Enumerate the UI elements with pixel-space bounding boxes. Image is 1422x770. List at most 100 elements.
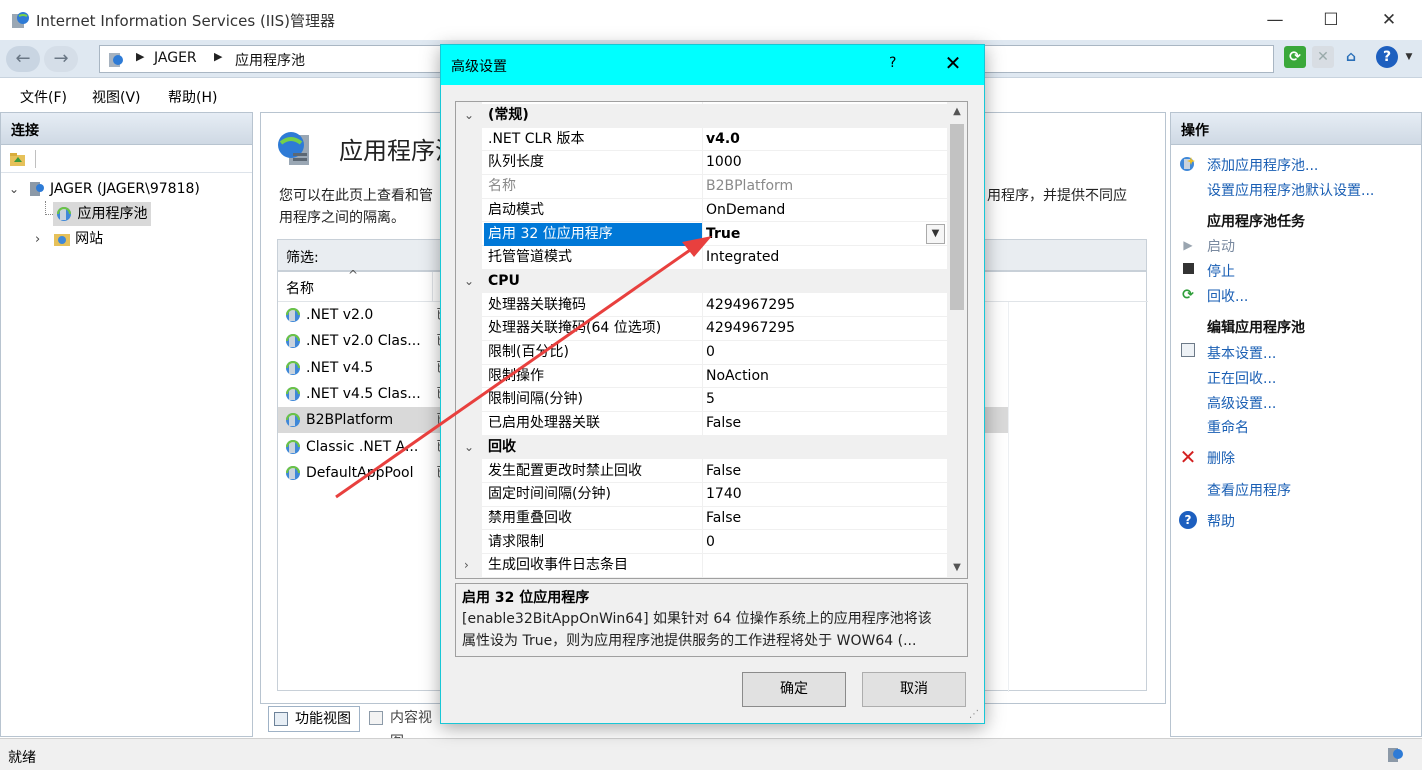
refresh-icon[interactable]: ⟳	[1284, 46, 1306, 68]
help-dropdown-icon[interactable]: ▼	[1398, 46, 1420, 68]
recycling-link[interactable]: 正在回收...	[1207, 368, 1276, 388]
property-value[interactable]: False	[706, 412, 741, 436]
property-row[interactable]: 启用 32 位应用程序 True ▼	[456, 222, 947, 247]
scroll-thumb[interactable]	[950, 124, 964, 310]
tree-item-server[interactable]: ⌄ JAGER (JAGER\97818)	[9, 177, 200, 201]
property-category[interactable]: ⌄ (常规)	[456, 104, 947, 128]
property-value[interactable]: 5	[706, 388, 715, 412]
resize-grip-icon[interactable]: ⋰	[969, 709, 979, 720]
property-row[interactable]: 启动模式 OnDemand	[456, 199, 947, 223]
start-link[interactable]: 启动	[1207, 236, 1235, 256]
property-value[interactable]: Integrated	[706, 246, 779, 270]
tree-item-label: 网站	[75, 231, 104, 247]
help-icon[interactable]: ?	[1376, 46, 1398, 68]
expand-chevron-icon[interactable]: ⌄	[9, 182, 19, 196]
scroll-up-icon[interactable]: ▲	[947, 102, 967, 122]
basic-settings-link[interactable]: 基本设置...	[1207, 343, 1276, 363]
connections-header: 连接	[1, 113, 252, 145]
property-category[interactable]: ⌄ CPU	[456, 269, 947, 294]
forward-button[interactable]: →	[44, 46, 78, 72]
breadcrumb-app-pools[interactable]: 应用程序池	[235, 50, 305, 70]
property-row[interactable]: 名称 B2BPlatform	[456, 175, 947, 199]
property-value[interactable]: OnDemand	[706, 199, 785, 223]
help-link[interactable]: 帮助	[1207, 511, 1235, 531]
property-row[interactable]: 队列长度 1000	[456, 151, 947, 175]
rename-link[interactable]: 重命名	[1207, 417, 1249, 437]
collapse-chevron-icon[interactable]: ⌄	[464, 436, 476, 460]
tree-item-app-pools[interactable]: 应用程序池	[53, 202, 152, 226]
column-header-name[interactable]: 名称	[286, 278, 314, 298]
menu-help[interactable]: 帮助(H)	[168, 87, 217, 107]
property-row[interactable]: 发生配置更改时禁止回收 False	[456, 460, 947, 484]
status-bar: 就绪	[0, 738, 1422, 770]
pool-tasks-header: 应用程序池任务	[1207, 214, 1305, 230]
tab-features-view[interactable]: 功能视图	[268, 706, 360, 732]
property-row[interactable]: 托管管道模式 Integrated	[456, 246, 947, 270]
tree-item-sites[interactable]: › 网站	[35, 227, 103, 251]
new-connection-icon[interactable]	[9, 150, 27, 168]
property-value[interactable]: 4294967295	[706, 294, 795, 318]
property-row[interactable]: 限制(百分比) 0	[456, 341, 947, 365]
property-value[interactable]: True	[706, 223, 740, 247]
property-row[interactable]: 处理器关联掩码 4294967295	[456, 294, 947, 318]
stop-link[interactable]: 停止	[1207, 261, 1235, 281]
property-row[interactable]: .NET CLR 版本 v4.0	[456, 128, 947, 152]
cancel-button[interactable]: 取消	[862, 672, 966, 707]
property-row[interactable]: 禁用重叠回收 False	[456, 507, 947, 531]
recycle-icon: ⟳	[1182, 287, 1194, 303]
property-value[interactable]: B2BPlatform	[706, 175, 793, 199]
menu-file[interactable]: 文件(F)	[20, 87, 67, 107]
app-pool-icon	[286, 465, 300, 480]
back-button[interactable]: ←	[6, 46, 40, 72]
filter-label: 筛选:	[286, 250, 319, 266]
property-value[interactable]: 4294967295	[706, 317, 795, 341]
breadcrumb-separator: ▶	[214, 50, 223, 63]
property-name: 限制操作	[488, 367, 544, 384]
stop-icon[interactable]: ✕	[1312, 46, 1334, 68]
property-description-title: 启用 32 位应用程序	[462, 590, 590, 606]
property-value[interactable]: False	[706, 507, 741, 531]
property-value[interactable]: 0	[706, 341, 715, 365]
property-row[interactable]: › 生成回收事件日志条目	[456, 554, 947, 578]
expand-chevron-icon[interactable]: ›	[464, 554, 476, 578]
property-name: CPU	[488, 272, 520, 289]
maximize-button[interactable]: ☐	[1308, 6, 1354, 34]
minimize-button[interactable]: —	[1252, 6, 1298, 34]
property-row[interactable]: 限制间隔(分钟) 5	[456, 388, 947, 412]
property-row[interactable]: 处理器关联掩码(64 位选项) 4294967295	[456, 317, 947, 341]
property-value[interactable]: v4.0	[706, 128, 740, 152]
advanced-settings-link[interactable]: 高级设置...	[1207, 393, 1276, 413]
close-button[interactable]: ✕	[1366, 6, 1412, 34]
property-value[interactable]: NoAction	[706, 365, 769, 389]
tab-content-view[interactable]: 内容视图	[364, 706, 444, 750]
scroll-down-icon[interactable]: ▼	[947, 558, 967, 578]
property-row[interactable]: 已启用处理器关联 False	[456, 412, 947, 436]
property-value[interactable]: 0	[706, 531, 715, 555]
property-row[interactable]: 限制操作 NoAction	[456, 365, 947, 389]
ok-button[interactable]: 确定	[742, 672, 846, 707]
property-value[interactable]: 1740	[706, 483, 742, 507]
collapse-chevron-icon[interactable]: ⌄	[464, 270, 476, 294]
property-row[interactable]: 请求限制 0	[456, 531, 947, 555]
property-category[interactable]: ⌄ 回收	[456, 435, 947, 460]
property-grid-scrollbar[interactable]: ▲ ▼	[947, 102, 967, 578]
property-value[interactable]: False	[706, 460, 741, 484]
dialog-close-button[interactable]: ✕	[939, 51, 967, 75]
collapse-chevron-icon[interactable]: ⌄	[464, 104, 476, 128]
add-app-pool-link[interactable]: 添加应用程序池...	[1207, 155, 1318, 175]
property-row[interactable]: 固定时间间隔(分钟) 1740	[456, 483, 947, 507]
dialog-help-button[interactable]: ?	[889, 55, 896, 71]
sites-folder-icon	[53, 234, 70, 246]
view-applications-link[interactable]: 查看应用程序	[1207, 480, 1291, 500]
breadcrumb-jager[interactable]: JAGER	[154, 50, 197, 66]
set-defaults-link[interactable]: 设置应用程序池默认设置...	[1207, 180, 1374, 200]
expand-chevron-icon[interactable]: ›	[35, 232, 40, 247]
server-icon	[109, 53, 123, 67]
value-dropdown-icon[interactable]: ▼	[926, 223, 945, 244]
sort-ascending-icon: ^	[348, 268, 359, 282]
property-value[interactable]: 1000	[706, 151, 742, 175]
recycle-link[interactable]: 回收...	[1207, 286, 1248, 306]
menu-view[interactable]: 视图(V)	[92, 87, 141, 107]
delete-link[interactable]: 删除	[1207, 448, 1235, 468]
home-icon[interactable]: ⌂	[1340, 46, 1362, 68]
